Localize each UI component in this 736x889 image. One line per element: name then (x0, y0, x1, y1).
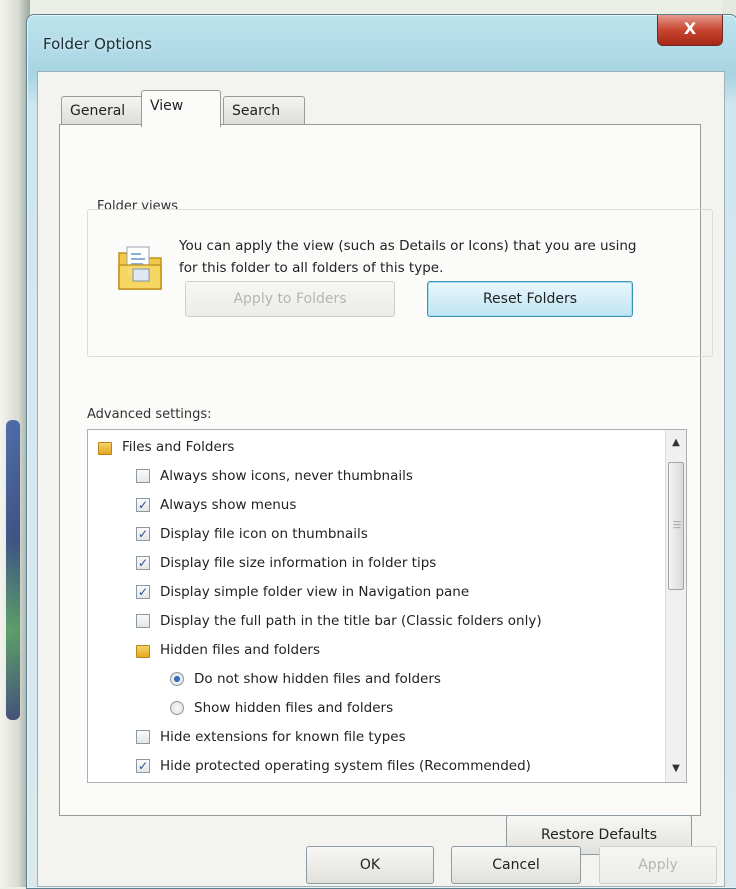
list-item-label: Files and Folders (122, 439, 235, 455)
checked-checkbox-icon[interactable]: ✓ (136, 585, 150, 599)
list-item[interactable]: Hidden files and folders (88, 636, 666, 665)
folder-icon (98, 442, 112, 455)
close-icon: X (683, 19, 697, 38)
list-item[interactable]: Do not show hidden files and folders (88, 665, 666, 694)
list-item[interactable]: Files and Folders (88, 433, 666, 462)
tab-search[interactable]: Search (223, 96, 305, 125)
reset-folders-button[interactable]: Reset Folders (427, 281, 633, 317)
list-item[interactable]: ✓ Always show menus (88, 491, 666, 520)
list-item-label: Display the full path in the title bar (… (160, 613, 542, 629)
list-item[interactable]: ✓ Hide protected operating system files … (88, 752, 666, 781)
list-item[interactable]: Always show icons, never thumbnails (88, 462, 666, 491)
list-item[interactable]: Hide extensions for known file types (88, 723, 666, 752)
list-item-label: Always show icons, never thumbnails (160, 468, 413, 484)
dialog-body: General View Search Folder views You can… (37, 71, 725, 887)
list-item-label: Hidden files and folders (160, 642, 320, 658)
list-item[interactable]: ✓ Display simple folder view in Navigati… (88, 578, 666, 607)
tab-view[interactable]: View (141, 90, 221, 127)
cancel-button[interactable]: Cancel (451, 846, 581, 884)
folder-options-dialog: Folder Options X General View Search Fol… (26, 14, 736, 889)
grip-icon: — — — (673, 517, 681, 532)
folder-views-icon (118, 246, 162, 290)
list-item[interactable]: Display the full path in the title bar (… (88, 607, 666, 636)
selected-radio-icon[interactable] (170, 672, 184, 686)
list-item-label: Hide protected operating system files (R… (160, 758, 531, 774)
scroll-up-icon[interactable]: ▲ (666, 434, 686, 452)
list-item-label: Display simple folder view in Navigation… (160, 584, 470, 600)
close-button[interactable]: X (657, 15, 723, 46)
list-item-label: Show hidden files and folders (194, 700, 394, 716)
title-bar[interactable]: Folder Options X (27, 15, 736, 71)
advanced-settings-label: Advanced settings: (87, 407, 212, 422)
checked-checkbox-icon[interactable]: ✓ (136, 556, 150, 570)
list-item-label: Display file size information in folder … (160, 555, 437, 571)
view-tab-panel: Folder views You can apply the view (suc… (59, 124, 713, 855)
list-item-label: Hide extensions for known file types (160, 729, 406, 745)
unchecked-checkbox-icon[interactable] (136, 730, 150, 744)
list-item[interactable]: ✓ Display file icon on thumbnails (88, 520, 666, 549)
folder-views-description: You can apply the view (such as Details … (179, 238, 637, 276)
unchecked-checkbox-icon[interactable] (136, 469, 150, 483)
list-item[interactable]: ✓ Display file size information in folde… (88, 549, 666, 578)
list-item[interactable]: Show hidden files and folders (88, 694, 666, 723)
list-item-label: Always show menus (160, 497, 297, 513)
vertical-scrollbar[interactable]: ▲ — — — ▼ (665, 430, 686, 782)
apply-button[interactable]: Apply (599, 846, 717, 884)
apply-to-folders-button[interactable]: Apply to Folders (185, 281, 395, 317)
ok-button[interactable]: OK (306, 846, 434, 884)
window-title: Folder Options (43, 35, 152, 53)
scroll-thumb[interactable]: — — — (668, 462, 684, 590)
scroll-down-icon[interactable]: ▼ (666, 760, 686, 778)
folder-icon (136, 645, 150, 658)
tab-general[interactable]: General (61, 96, 149, 125)
checked-checkbox-icon[interactable]: ✓ (136, 498, 150, 512)
list-item-label: Do not show hidden files and folders (194, 671, 441, 687)
advanced-settings-list[interactable]: Files and Folders Always show icons, nev… (87, 429, 687, 783)
checked-checkbox-icon[interactable]: ✓ (136, 759, 150, 773)
unchecked-checkbox-icon[interactable] (136, 614, 150, 628)
list-item-label: Display file icon on thumbnails (160, 526, 368, 542)
radio-icon[interactable] (170, 701, 184, 715)
checked-checkbox-icon[interactable]: ✓ (136, 527, 150, 541)
